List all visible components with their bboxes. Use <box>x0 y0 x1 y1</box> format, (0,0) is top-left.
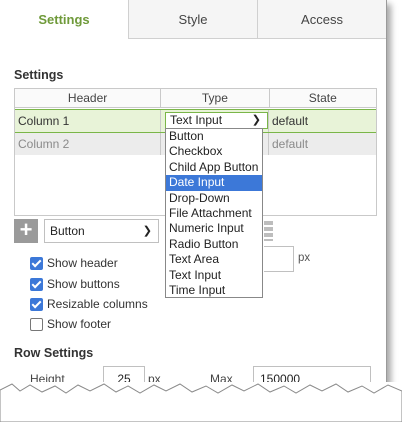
tab-bar: Settings Style Access <box>0 0 386 40</box>
dropdown-option[interactable]: Text Area <box>166 252 262 267</box>
tab-access[interactable]: Access <box>257 0 386 39</box>
dropdown-option[interactable]: Text Input <box>166 268 262 283</box>
show-footer-checkbox[interactable]: Show footer <box>30 317 111 331</box>
dropdown-option[interactable]: Radio Button <box>166 237 262 252</box>
checkbox-checked-icon[interactable] <box>30 277 43 291</box>
settings-section-title: Settings <box>14 68 64 82</box>
checkbox-label: Show buttons <box>47 277 120 291</box>
dropdown-option[interactable]: Numeric Input <box>166 221 262 236</box>
chevron-down-icon: ❯ <box>142 225 152 237</box>
plus-icon: + <box>19 217 33 242</box>
grid-header-type[interactable]: Type <box>161 89 270 107</box>
row-state-cell[interactable]: default <box>269 110 376 132</box>
dropdown-option[interactable]: File Attachment <box>166 206 262 221</box>
dropdown-option[interactable]: Button <box>166 129 262 144</box>
type-select-value: Text Input <box>170 113 223 127</box>
tab-style[interactable]: Style <box>128 0 257 39</box>
tab-settings[interactable]: Settings <box>0 0 128 39</box>
dropdown-option-highlighted[interactable]: Date Input <box>166 175 262 191</box>
dropdown-option[interactable]: Drop-Down <box>166 191 262 206</box>
type-dropdown-list[interactable]: Button Checkbox Child App Button Date In… <box>165 128 263 298</box>
width-input[interactable] <box>264 246 294 272</box>
checkbox-label: Resizable columns <box>47 297 148 311</box>
grid-header-header[interactable]: Header <box>15 89 162 107</box>
show-buttons-checkbox[interactable]: Show buttons <box>30 277 120 291</box>
checkbox-unchecked-icon[interactable] <box>30 317 43 331</box>
row-header-cell[interactable]: Column 2 <box>15 133 161 155</box>
add-column-button[interactable]: + <box>14 219 38 243</box>
width-unit-label: px <box>298 252 311 264</box>
resizable-columns-checkbox[interactable]: Resizable columns <box>30 297 148 311</box>
torn-edge <box>0 382 402 422</box>
grid-header-state[interactable]: State <box>270 89 376 107</box>
type-select[interactable]: Text Input ❯ <box>165 112 268 129</box>
control-type-select[interactable]: Button ❯ <box>44 219 159 243</box>
menu-icon[interactable] <box>264 221 273 241</box>
dropdown-option[interactable]: Time Input <box>166 283 262 298</box>
show-header-checkbox[interactable]: Show header <box>30 256 118 270</box>
control-type-value: Button <box>50 224 85 238</box>
row-settings-section-title: Row Settings <box>14 346 94 360</box>
chevron-down-icon: ❯ <box>251 114 261 126</box>
row-state-cell[interactable]: default <box>269 133 376 155</box>
checkbox-label: Show footer <box>47 317 112 331</box>
checkbox-checked-icon[interactable] <box>30 297 43 311</box>
checkbox-label: Show header <box>47 256 118 270</box>
row-header-cell[interactable]: Column 1 <box>15 110 161 132</box>
grid-header-row: Header Type State <box>15 89 376 108</box>
checkbox-checked-icon[interactable] <box>30 256 43 270</box>
dropdown-option[interactable]: Child App Button <box>166 160 262 175</box>
dropdown-option[interactable]: Checkbox <box>166 144 262 159</box>
